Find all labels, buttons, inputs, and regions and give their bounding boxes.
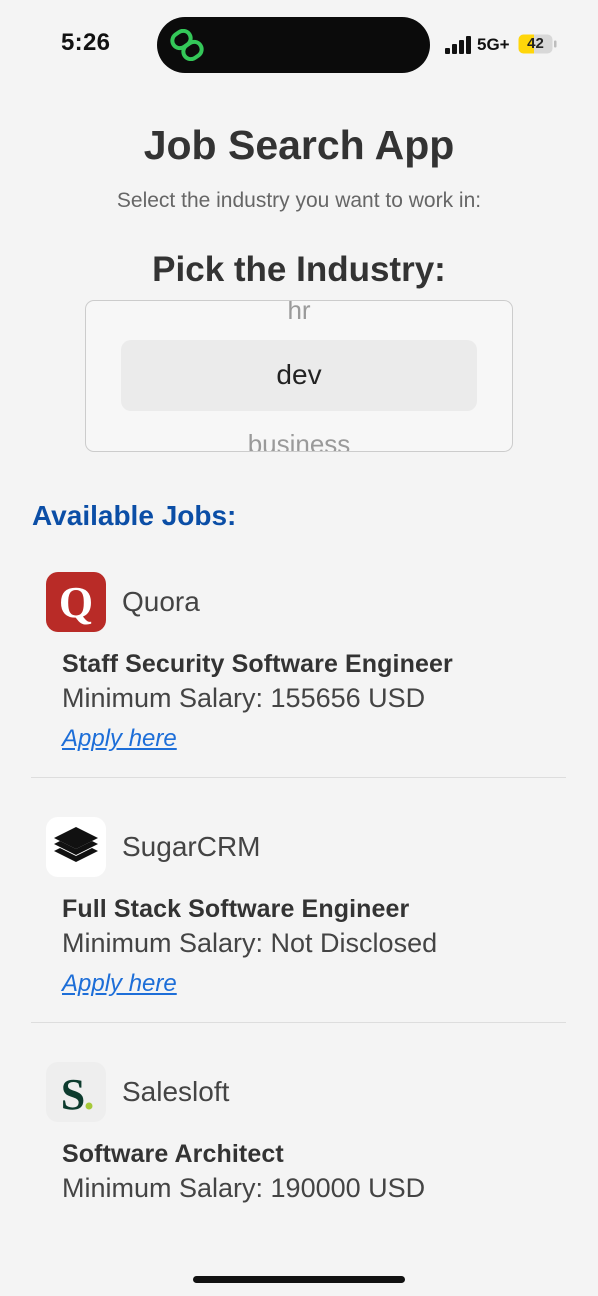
job-card: Q Quora Staff Security Software Engineer…	[31, 572, 566, 778]
job-card: S Salesloft Software Architect Minimum S…	[31, 1062, 566, 1222]
sugarcrm-logo-icon	[46, 817, 106, 877]
picker-option-selected[interactable]: dev	[86, 359, 512, 391]
picker-option-hr[interactable]: hr	[86, 301, 512, 326]
signal-icon	[445, 36, 471, 54]
status-time: 5:26	[61, 29, 111, 56]
salesloft-logo-icon: S	[46, 1062, 106, 1122]
status-bar: 5:26 5G+ 42	[0, 0, 598, 90]
battery-level: 42	[527, 35, 544, 52]
svg-text:S: S	[61, 1070, 85, 1119]
company-name: Salesloft	[122, 1076, 230, 1107]
job-card: SugarCRM Full Stack Software Engineer Mi…	[31, 817, 566, 1023]
svg-text:Q: Q	[59, 578, 93, 627]
company-name: SugarCRM	[122, 831, 261, 862]
network-type: 5G+	[477, 35, 510, 54]
link-icon	[170, 29, 204, 61]
apply-link[interactable]: Apply here	[62, 725, 177, 753]
job-salary: Minimum Salary: 190000 USD	[62, 1173, 426, 1203]
quora-logo-icon: Q	[46, 572, 106, 632]
job-title: Software Architect	[62, 1140, 284, 1168]
apply-link[interactable]: Apply here	[62, 970, 177, 998]
picker-label: Pick the Industry:	[152, 250, 446, 289]
dynamic-island	[157, 17, 430, 73]
home-indicator[interactable]	[193, 1276, 405, 1283]
industry-picker[interactable]: hr dev business	[85, 300, 513, 452]
job-salary: Minimum Salary: Not Disclosed	[62, 928, 438, 958]
company-name: Quora	[122, 586, 200, 617]
page-subtitle: Select the industry you want to work in:	[116, 189, 482, 212]
job-salary: Minimum Salary: 155656 USD	[62, 683, 426, 713]
page-title: Job Search App	[143, 122, 455, 168]
available-jobs-heading: Available Jobs:	[32, 500, 237, 531]
job-title: Staff Security Software Engineer	[62, 650, 453, 678]
job-title: Full Stack Software Engineer	[62, 895, 410, 923]
picker-option-business[interactable]: business	[86, 429, 512, 451]
